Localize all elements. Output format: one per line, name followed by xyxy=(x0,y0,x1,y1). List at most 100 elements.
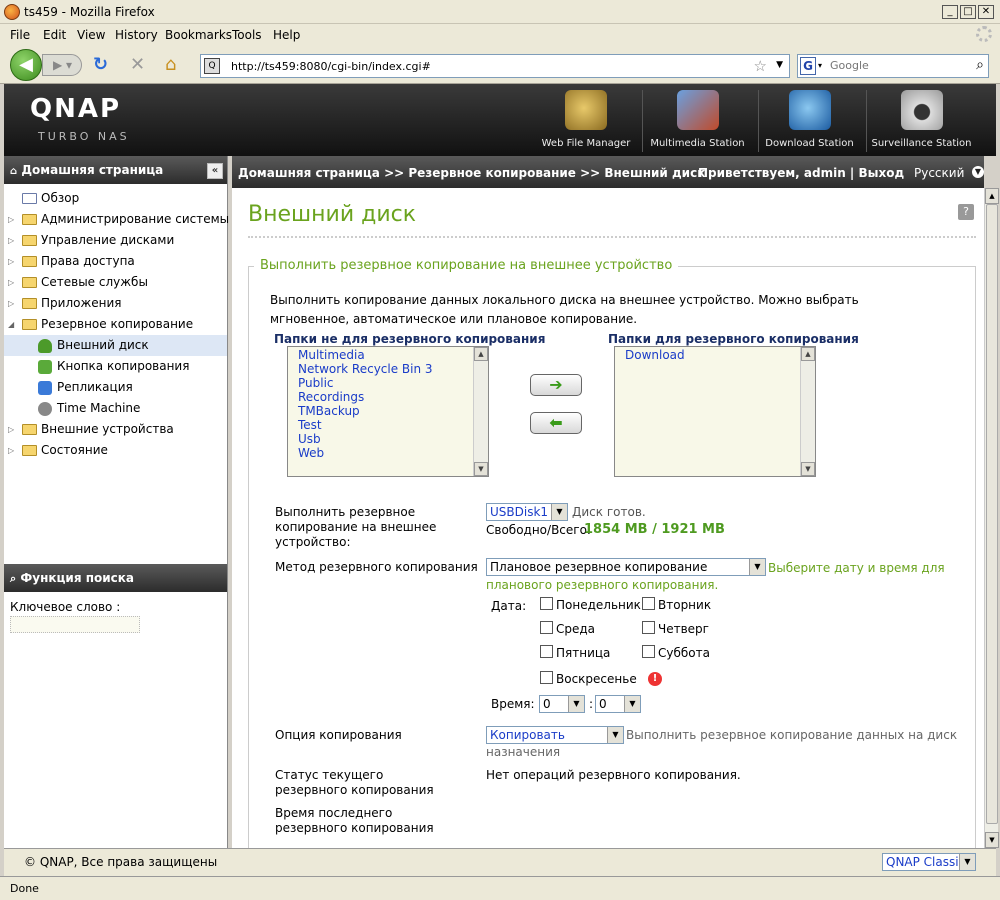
home-icon[interactable]: ⌂ xyxy=(165,55,176,75)
menu-edit[interactable]: Edit xyxy=(43,28,66,42)
search-icon: ⌕ xyxy=(10,572,17,585)
app-download-station[interactable]: Download Station xyxy=(758,90,860,152)
chevron-down-icon[interactable]: ▼ xyxy=(624,696,640,712)
add-folder-button[interactable]: ➔ xyxy=(530,374,582,396)
forward-button[interactable]: ▶ ▾ xyxy=(42,54,82,76)
language-dropdown-icon[interactable]: ▼ xyxy=(972,166,984,178)
time-separator: : xyxy=(589,697,594,711)
folder-list-item[interactable]: Test xyxy=(288,418,488,432)
sidebar-item-time-machine[interactable]: Time Machine xyxy=(4,398,227,419)
collapse-icon[interactable]: ◢ xyxy=(8,314,14,335)
folder-list-item[interactable]: Network Recycle Bin 3 xyxy=(288,362,488,376)
sidebar-item-backup[interactable]: ◢ Резервное копирование xyxy=(4,314,227,335)
chevron-down-icon[interactable]: ▼ xyxy=(749,559,765,575)
status-text: Done xyxy=(10,882,39,895)
hour-select[interactable]: 0 ▼ xyxy=(539,695,585,713)
stop-icon[interactable]: ✕ xyxy=(130,55,145,75)
folder-list-item[interactable]: Recordings xyxy=(288,390,488,404)
device-select[interactable]: USBDisk1 ▼ xyxy=(486,503,568,521)
folder-list-item[interactable]: TMBackup xyxy=(288,404,488,418)
method-select[interactable]: Плановое резервное копирование ▼ xyxy=(486,558,766,576)
reload-icon[interactable]: ↻ xyxy=(93,55,108,75)
sidebar-item-external-disk[interactable]: Внешний диск xyxy=(4,335,227,356)
scroll-up-icon[interactable]: ▲ xyxy=(474,347,488,361)
close-button[interactable]: ✕ xyxy=(978,5,994,19)
back-button[interactable]: ◀ xyxy=(10,49,42,81)
scroll-up-icon[interactable]: ▲ xyxy=(985,188,999,204)
folder-list-item[interactable]: Public xyxy=(288,376,488,390)
app-multimedia-station[interactable]: Multimedia Station xyxy=(642,90,752,152)
sidebar-item-label: Кнопка копирования xyxy=(57,359,190,373)
menu-tools[interactable]: Tools xyxy=(232,28,262,42)
sidebar-item-status[interactable]: ▷ Состояние xyxy=(4,440,227,461)
collapse-sidebar-icon[interactable]: « xyxy=(207,163,223,179)
help-icon[interactable]: ? xyxy=(958,204,974,220)
window-title: ts459 - Mozilla Firefox xyxy=(24,5,155,19)
chevron-down-icon[interactable]: ▼ xyxy=(568,696,584,712)
backup-folders-list[interactable]: Download ▲ ▼ xyxy=(614,346,816,477)
breadcrumb[interactable]: Домашняя страница >> Резервное копирован… xyxy=(238,166,705,180)
folder-icon xyxy=(22,424,37,435)
sidebar-header: ⌂ Домашняя страница « xyxy=(4,156,227,184)
external-disk-icon xyxy=(38,339,52,353)
expand-icon[interactable]: ▷ xyxy=(8,251,14,272)
sidebar-item-external-devices[interactable]: ▷ Внешние устройства xyxy=(4,419,227,440)
menu-help[interactable]: Help xyxy=(273,28,300,42)
folder-list-item[interactable]: Web xyxy=(288,446,488,460)
sidebar-item-label: Управление дисками xyxy=(41,233,175,247)
url-dropdown-icon[interactable]: ▼ xyxy=(776,60,783,70)
sidebar-item-access-rights[interactable]: ▷ Права доступа xyxy=(4,251,227,272)
google-icon[interactable]: G xyxy=(800,57,816,75)
theme-select[interactable]: QNAP Classic ▼ xyxy=(882,853,976,871)
non-backup-folders-list[interactable]: Multimedia Network Recycle Bin 3 Public Rec… xyxy=(287,346,489,477)
menu-history[interactable]: History xyxy=(115,28,158,42)
chevron-down-icon[interactable]: ▼ xyxy=(551,504,567,520)
minute-select[interactable]: 0 ▼ xyxy=(595,695,641,713)
search-engine-dropdown-icon[interactable]: ▾ xyxy=(818,61,822,70)
sidebar-item-disk-management[interactable]: ▷ Управление дисками xyxy=(4,230,227,251)
expand-icon[interactable]: ▷ xyxy=(8,272,14,293)
menu-file[interactable]: File xyxy=(10,28,30,42)
app-web-file-manager[interactable]: Web File Manager xyxy=(536,90,636,152)
menu-bookmarks[interactable]: Bookmarks xyxy=(165,28,232,42)
app-surveillance-station[interactable]: Surveillance Station xyxy=(866,90,976,152)
sidebar-item-overview[interactable]: Обзор xyxy=(4,188,227,209)
minimize-button[interactable]: _ xyxy=(942,5,958,19)
keyword-input[interactable] xyxy=(10,616,140,633)
expand-icon[interactable]: ▷ xyxy=(8,293,14,314)
app-label: Multimedia Station xyxy=(650,138,745,149)
sidebar-item-applications[interactable]: ▷ Приложения xyxy=(4,293,227,314)
copy-option-select[interactable]: Копировать ▼ xyxy=(486,726,624,744)
expand-icon[interactable]: ▷ xyxy=(8,419,14,440)
expand-icon[interactable]: ▷ xyxy=(8,440,14,461)
scroll-down-icon[interactable]: ▼ xyxy=(801,462,815,476)
maximize-button[interactable]: □ xyxy=(960,5,976,19)
language-selector[interactable]: Русский xyxy=(914,156,964,190)
page-scrollbar[interactable]: ▲ ▼ xyxy=(984,188,999,848)
chevron-down-icon[interactable]: ▼ xyxy=(607,727,623,743)
scroll-down-icon[interactable]: ▼ xyxy=(474,462,488,476)
sidebar-item-replication[interactable]: Репликация xyxy=(4,377,227,398)
expand-icon[interactable]: ▷ xyxy=(8,230,14,251)
scroll-thumb[interactable] xyxy=(986,204,998,824)
folder-list-item[interactable]: Multimedia xyxy=(288,348,488,362)
scroll-down-icon[interactable]: ▼ xyxy=(985,832,999,848)
folder-list-item[interactable]: Usb xyxy=(288,432,488,446)
bookmark-star-icon[interactable]: ☆ xyxy=(754,57,767,75)
list-scrollbar[interactable]: ▲ ▼ xyxy=(800,347,815,476)
search-icon[interactable]: ⌕ xyxy=(976,57,984,73)
search-bar[interactable]: G ▾ ⌕ xyxy=(797,54,989,78)
sidebar-item-system-admin[interactable]: ▷ Администрирование системы xyxy=(4,209,229,230)
remove-folder-button[interactable]: ⬅ xyxy=(530,412,582,434)
scroll-up-icon[interactable]: ▲ xyxy=(801,347,815,361)
sidebar-item-copy-button[interactable]: Кнопка копирования xyxy=(4,356,227,377)
sidebar-item-network-services[interactable]: ▷ Сетевые службы xyxy=(4,272,227,293)
search-input[interactable] xyxy=(830,59,970,72)
folder-list-item[interactable]: Download xyxy=(615,348,815,362)
expand-icon[interactable]: ▷ xyxy=(8,209,14,230)
welcome-logout[interactable]: Приветствуем, admin | Выход xyxy=(698,156,904,190)
list-scrollbar[interactable]: ▲ ▼ xyxy=(473,347,488,476)
menu-view[interactable]: View xyxy=(77,28,105,42)
chevron-down-icon[interactable]: ▼ xyxy=(959,854,975,870)
url-bar[interactable]: Q http://ts459:8080/cgi-bin/index.cgi# ☆… xyxy=(200,54,790,78)
